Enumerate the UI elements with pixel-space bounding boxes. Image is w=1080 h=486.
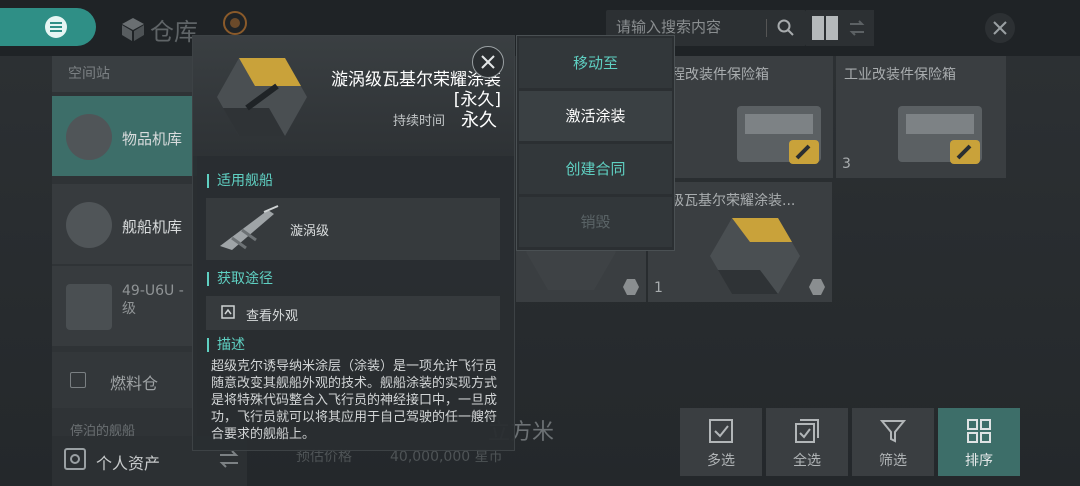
skin-hex-icon xyxy=(710,218,800,294)
sort-icon xyxy=(967,419,991,443)
sidebar-item-ship-hangar[interactable]: 舰船机库 xyxy=(52,184,197,264)
select-all-label: 全选 xyxy=(793,453,821,469)
ship-name: 漩涡级 xyxy=(290,224,330,239)
multi-select-label: 多选 xyxy=(707,453,735,469)
sidebar-section-label: 空间站 xyxy=(52,56,197,92)
menu-icon xyxy=(45,16,67,38)
skin-hex-icon xyxy=(217,58,307,136)
fuel-icon xyxy=(70,372,86,388)
menu-item-destroy[interactable]: 销毁 xyxy=(519,197,672,247)
item-card[interactable]: 涡级瓦基尔荣耀涂装... 1 xyxy=(648,182,832,302)
item-hangar-icon xyxy=(66,114,112,160)
view-appearance-label: 查看外观 xyxy=(246,309,299,324)
item-detail-popup: 漩涡级瓦基尔荣耀涂装[永久] 持续时间 永久 适用舰船 漩涡级 获取途径 查看外… xyxy=(193,36,514,450)
item-quantity: 1 xyxy=(654,280,663,296)
cube-icon xyxy=(122,18,144,41)
sort-button[interactable]: 排序 xyxy=(938,408,1020,476)
search-divider xyxy=(766,19,767,37)
page-title: 仓库 xyxy=(150,18,198,46)
view-appearance-icon xyxy=(221,305,235,319)
crate-icon xyxy=(898,106,982,164)
search-input[interactable] xyxy=(616,18,766,36)
skin-tag-icon xyxy=(809,279,825,295)
search-icon[interactable] xyxy=(776,18,796,38)
filter-icon xyxy=(880,420,906,443)
duration-label: 持续时间 xyxy=(393,114,446,129)
close-icon[interactable] xyxy=(472,46,504,78)
item-name: 工业改装件保险箱 xyxy=(844,67,956,83)
menu-item-activate-skin[interactable]: 激活涂装 xyxy=(519,91,672,141)
item-card[interactable]: 工业改装件保险箱 3 xyxy=(836,56,1006,178)
applicable-ships-title: 适用舰船 xyxy=(207,174,273,188)
item-card[interactable]: 程改装件保险箱 xyxy=(671,56,833,178)
menu-button[interactable] xyxy=(0,8,96,46)
view-appearance-button[interactable]: 查看外观 xyxy=(206,296,500,330)
ship-hangar-icon xyxy=(66,202,112,248)
sidebar-item-label: 燃料仓 xyxy=(110,374,159,393)
swap-icon xyxy=(849,20,865,36)
applicable-ship-row[interactable]: 漩涡级 xyxy=(206,198,500,260)
source-title: 获取途径 xyxy=(207,272,273,286)
orb-icon xyxy=(223,11,247,35)
layout-toggle[interactable] xyxy=(806,10,874,46)
multi-select-button[interactable]: 多选 xyxy=(680,408,762,476)
context-menu: 移动至 激活涂装 创建合同 销毁 xyxy=(517,36,674,250)
sidebar-item-label: 物品机库 xyxy=(122,130,183,148)
sort-label: 排序 xyxy=(965,453,993,469)
select-all-button[interactable]: 全选 xyxy=(766,408,848,476)
multi-select-icon xyxy=(709,419,733,443)
description-title: 描述 xyxy=(207,338,245,352)
filter-button[interactable]: 筛选 xyxy=(852,408,934,476)
close-icon[interactable] xyxy=(984,12,1016,44)
ship-icon xyxy=(220,205,279,250)
duration-value: 永久 xyxy=(461,110,497,131)
select-all-icon xyxy=(795,419,819,443)
station-icon xyxy=(66,284,112,330)
menu-item-move-to[interactable]: 移动至 xyxy=(519,38,672,88)
personal-assets-label: 个人资产 xyxy=(96,454,161,473)
item-name: 程改装件保险箱 xyxy=(671,67,769,83)
sidebar-item-station[interactable]: 49-U6U - 级 xyxy=(52,266,197,346)
sidebar-item-item-hangar[interactable]: 物品机库 xyxy=(52,96,197,176)
description-text: 超级克尔诱导纳米涂层（涂装）是一项允许飞行员随意改变其舰船外观的技术。舰船涂装的… xyxy=(211,359,498,442)
item-quantity: 3 xyxy=(842,156,851,172)
safe-icon xyxy=(64,448,86,470)
menu-item-create-contract[interactable]: 创建合同 xyxy=(519,144,672,194)
item-name: 漩涡级瓦基尔荣耀涂装[永久] xyxy=(331,70,501,110)
skin-tag-icon xyxy=(623,279,639,295)
sidebar-item-label: 舰船机库 xyxy=(122,218,183,236)
crate-icon xyxy=(737,106,821,164)
filter-label: 筛选 xyxy=(879,453,907,469)
grid-layout-icon xyxy=(812,16,838,40)
swap-icon[interactable] xyxy=(218,450,240,468)
item-name: 涡级瓦基尔荣耀涂装... xyxy=(656,193,796,209)
sidebar-item-label: 49-U6U - 级 xyxy=(122,283,184,317)
sidebar-item-fuel-bay[interactable]: 燃料仓 xyxy=(52,352,197,408)
